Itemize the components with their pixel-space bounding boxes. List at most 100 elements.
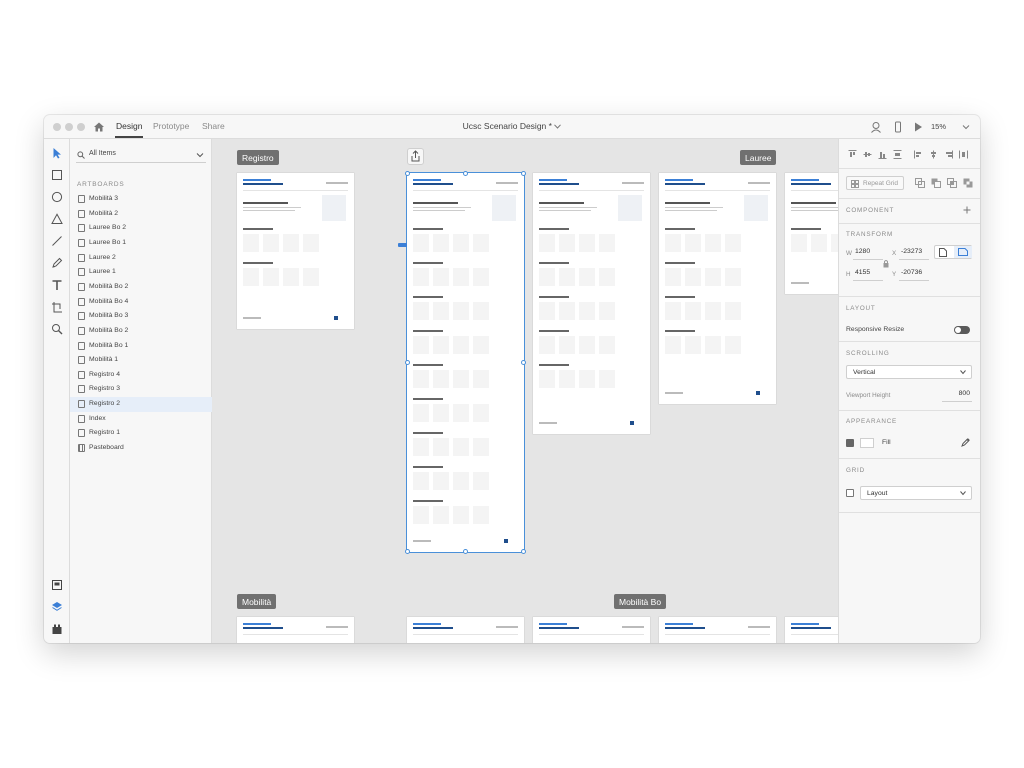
repeat-grid-icon [851,180,859,188]
thumb-card [453,336,469,354]
layer-filter-dropdown[interactable]: All Items [76,147,206,163]
share-artboard-button[interactable] [407,148,424,165]
thumb-card [705,336,721,354]
layer-item[interactable]: Registro 3 [70,382,212,397]
rectangle-tool-icon[interactable] [51,169,63,181]
layer-item[interactable]: Mobilità 2 [70,207,212,222]
assets-icon[interactable] [51,579,63,591]
height-input[interactable]: 4155 [853,269,883,281]
ellipse-tool-icon[interactable] [51,191,63,203]
align-top-icon[interactable] [848,150,857,159]
layer-item-label: Mobilità Bo 4 [89,297,129,305]
layer-item[interactable]: Mobilità Bo 2 [70,280,212,295]
thumb-card [433,506,449,524]
distribute-horizontal-icon[interactable] [959,150,968,159]
line-tool-icon[interactable] [51,235,63,247]
scrolling-select[interactable]: Vertical [846,365,972,379]
zoom-tool-icon[interactable] [51,323,63,335]
x-input[interactable]: -23273 [899,248,929,260]
artboard-mobilita-bo-2[interactable] [785,617,838,643]
layer-item[interactable]: Mobilità 1 [70,353,212,368]
layer-item[interactable]: Pasteboard [70,441,212,456]
artboard-mobilita-3[interactable] [533,617,650,643]
resize-handle-left[interactable] [405,360,410,365]
artboard-mobilita-1[interactable] [237,617,354,643]
layer-item[interactable]: Registro 2 [70,397,212,412]
pen-tool-icon[interactable] [51,257,63,269]
layer-item-label: Registro 4 [89,370,120,378]
layer-item[interactable]: Lauree 1 [70,265,212,280]
zoom-level[interactable]: 15% [931,122,946,131]
layer-item[interactable]: Mobilità Bo 1 [70,339,212,354]
zoom-chevron-icon[interactable] [960,121,972,133]
align-left-icon[interactable] [914,150,923,159]
fill-color-swatch[interactable] [860,438,874,448]
landscape-option[interactable] [954,246,972,258]
layer-item[interactable]: Lauree 2 [70,251,212,266]
distribute-vertical-icon[interactable] [893,150,902,159]
viewport-height-input[interactable]: 800 [942,390,972,402]
resize-handle-top-left[interactable] [405,171,410,176]
layer-item[interactable]: Mobilità Bo 4 [70,295,212,310]
layer-item[interactable]: Lauree Bo 2 [70,221,212,236]
resize-handle-bottom-left[interactable] [405,549,410,554]
artboard-mobilita-bo-1[interactable] [659,617,776,643]
polygon-tool-icon[interactable] [51,213,63,225]
layer-item[interactable]: Mobilità 3 [70,192,212,207]
resize-handle-top[interactable] [463,171,468,176]
boolean-intersect-icon[interactable] [947,178,957,188]
resize-handle-right[interactable] [521,360,526,365]
text-tool-icon[interactable] [51,279,63,291]
eyedropper-icon[interactable] [961,437,971,447]
artboard-label-mobilita[interactable]: Mobilità [237,594,277,609]
thumb-nav [748,626,770,628]
artboard-registro-4[interactable] [659,173,776,404]
layer-item[interactable]: Lauree Bo 1 [70,236,212,251]
portrait-icon[interactable] [939,248,947,257]
play-icon[interactable] [912,121,924,133]
layers-icon[interactable] [51,601,63,613]
width-input[interactable]: 1280 [853,248,883,260]
boolean-add-icon[interactable] [915,178,925,188]
align-right-icon[interactable] [944,150,953,159]
layer-item[interactable]: Registro 4 [70,368,212,383]
fill-checkbox[interactable] [846,439,854,447]
responsive-resize-toggle[interactable] [954,326,970,334]
artboard-registro-3[interactable] [533,173,650,434]
artboard-label-registro[interactable]: Registro [237,150,279,165]
artboard-label-mobilita-bo[interactable]: Mobilità Bo [614,594,667,609]
select-tool-icon[interactable] [51,147,63,159]
layer-item[interactable]: Index [70,412,212,427]
align-center-icon[interactable] [929,150,938,159]
grid-checkbox[interactable] [846,489,854,497]
resize-handle-bottom-right[interactable] [521,549,526,554]
boolean-exclude-icon[interactable] [963,178,973,188]
repeat-grid-button[interactable]: Repeat Grid [846,176,904,190]
layer-item[interactable]: Registro 1 [70,426,212,441]
prototype-link-handle[interactable] [398,243,407,247]
artboard-mobilita-2[interactable] [407,617,524,643]
artboard-label-lauree[interactable]: Lauree [740,150,777,165]
document-title[interactable]: Ucsc Scenario Design * [44,121,980,131]
device-preview-icon[interactable] [892,121,904,133]
plugins-icon[interactable] [51,623,63,635]
y-input[interactable]: -20736 [899,269,929,281]
user-icon[interactable] [870,121,882,133]
lock-aspect-icon[interactable] [883,259,889,268]
grid-type-select[interactable]: Layout [860,486,972,500]
thumb-card [413,438,429,456]
boolean-subtract-icon[interactable] [931,178,941,188]
layer-item[interactable]: Mobilità Bo 2 [70,324,212,339]
layer-item[interactable]: Mobilità Bo 3 [70,309,212,324]
artboard-tool-icon[interactable] [51,301,63,313]
artboard-lauree-1[interactable] [785,173,838,294]
resize-handle-bottom[interactable] [463,549,468,554]
artboard-registro-1[interactable] [237,173,354,329]
resize-handle-top-right[interactable] [521,171,526,176]
align-middle-icon[interactable] [863,150,872,159]
add-component-icon[interactable] [963,206,971,214]
design-canvas[interactable]: Registro Lauree Mobilità Mobilità Bo [212,139,838,643]
align-bottom-icon[interactable] [878,150,887,159]
artboard-registro-2[interactable] [406,172,525,553]
repeat-grid-label: Repeat Grid [863,180,899,187]
